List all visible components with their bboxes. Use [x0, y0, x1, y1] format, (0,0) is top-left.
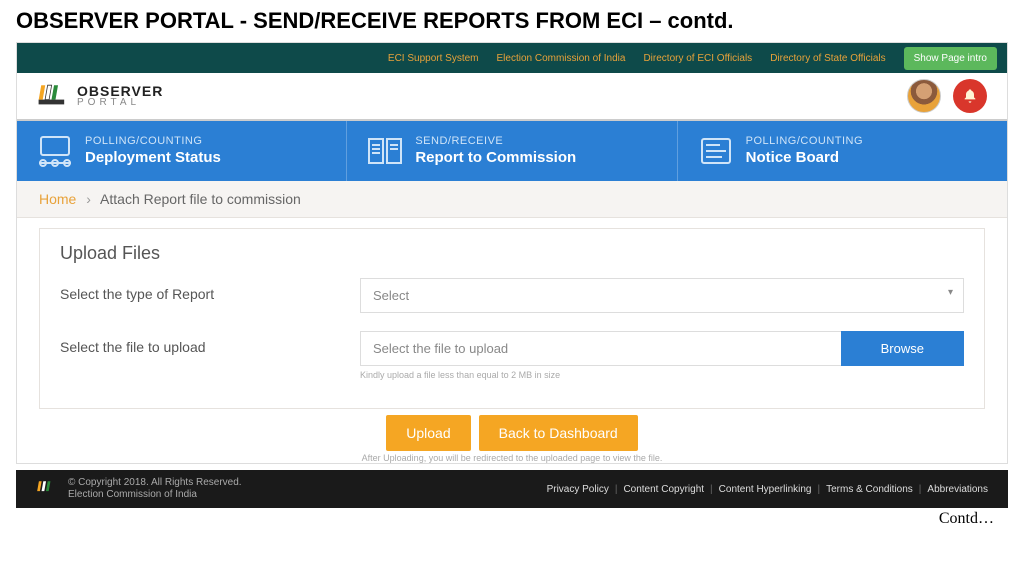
- chevron-right-icon: ›: [86, 191, 91, 207]
- footer: © Copyright 2018. All Rights Reserved. E…: [16, 470, 1008, 508]
- nav-deployment-status[interactable]: POLLING/COUNTINGDeployment Status: [17, 121, 347, 181]
- footer-link[interactable]: Content Hyperlinking: [719, 484, 812, 495]
- logo[interactable]: OBSERVER PORTAL: [37, 82, 163, 110]
- nav-label: Deployment Status: [85, 149, 221, 167]
- footer-link[interactable]: Privacy Policy: [547, 484, 609, 495]
- nav-label: Notice Board: [746, 149, 863, 167]
- topbar-link[interactable]: Election Commission of India: [497, 53, 626, 64]
- portal-window: ECI Support System Election Commission o…: [16, 42, 1008, 464]
- topbar-link[interactable]: ECI Support System: [388, 53, 479, 64]
- user-avatar[interactable]: [907, 79, 941, 113]
- footer-link[interactable]: Terms & Conditions: [826, 484, 913, 495]
- upload-button[interactable]: Upload: [386, 415, 470, 451]
- nav-label: POLLING/COUNTING: [746, 135, 863, 148]
- logo-text-line2: PORTAL: [77, 98, 163, 108]
- breadcrumb: Home › Attach Report file to commission: [17, 181, 1007, 218]
- deployment-icon: [35, 133, 75, 169]
- file-size-hint: Kindly upload a file less than equal to …: [360, 370, 964, 380]
- report-type-select[interactable]: Select: [360, 278, 964, 313]
- footer-copyright: © Copyright 2018. All Rights Reserved.: [68, 477, 242, 489]
- nav-label: SEND/RECEIVE: [415, 135, 576, 148]
- nav-label: POLLING/COUNTING: [85, 135, 221, 148]
- footer-links: Privacy Policy| Content Copyright| Conte…: [547, 484, 988, 495]
- report-icon: [365, 133, 405, 169]
- footer-org: Election Commission of India: [68, 489, 242, 501]
- topbar-link[interactable]: Directory of ECI Officials: [643, 53, 752, 64]
- action-buttons: Upload Back to Dashboard: [17, 415, 1007, 451]
- topbar: ECI Support System Election Commission o…: [17, 43, 1007, 73]
- nav-report-commission[interactable]: SEND/RECEIVEReport to Commission: [347, 121, 677, 181]
- label-report-type: Select the type of Report: [60, 278, 360, 302]
- file-upload-input[interactable]: Select the file to upload: [360, 331, 841, 366]
- browse-button[interactable]: Browse: [841, 331, 964, 366]
- label-file-upload: Select the file to upload: [60, 331, 360, 355]
- notice-icon: [696, 133, 736, 169]
- show-intro-button[interactable]: Show Page intro: [904, 47, 997, 70]
- after-upload-hint: After Uploading, you will be redirected …: [17, 453, 1007, 463]
- panel-title: Upload Files: [60, 243, 964, 264]
- footer-link[interactable]: Abbreviations: [927, 484, 988, 495]
- nav-band: POLLING/COUNTINGDeployment Status SEND/R…: [17, 121, 1007, 181]
- breadcrumb-current: Attach Report file to commission: [100, 191, 301, 207]
- topbar-link[interactable]: Directory of State Officials: [770, 53, 885, 64]
- upload-panel: Upload Files Select the type of Report S…: [39, 228, 985, 409]
- contd-label: Contd…: [939, 510, 994, 528]
- nav-notice-board[interactable]: POLLING/COUNTINGNotice Board: [678, 121, 1007, 181]
- back-to-dashboard-button[interactable]: Back to Dashboard: [479, 415, 638, 451]
- notification-bell-icon[interactable]: [953, 79, 987, 113]
- footer-logo-icon: [36, 479, 58, 499]
- breadcrumb-home[interactable]: Home: [39, 191, 76, 207]
- slide-title: OBSERVER PORTAL - SEND/RECEIVE REPORTS F…: [0, 0, 1024, 42]
- logo-bar: OBSERVER PORTAL: [17, 73, 1007, 121]
- logo-text-line1: OBSERVER: [77, 84, 163, 98]
- user-area: [907, 79, 987, 113]
- nav-label: Report to Commission: [415, 149, 576, 167]
- footer-link[interactable]: Content Copyright: [623, 484, 704, 495]
- eci-logo-icon: [37, 82, 69, 110]
